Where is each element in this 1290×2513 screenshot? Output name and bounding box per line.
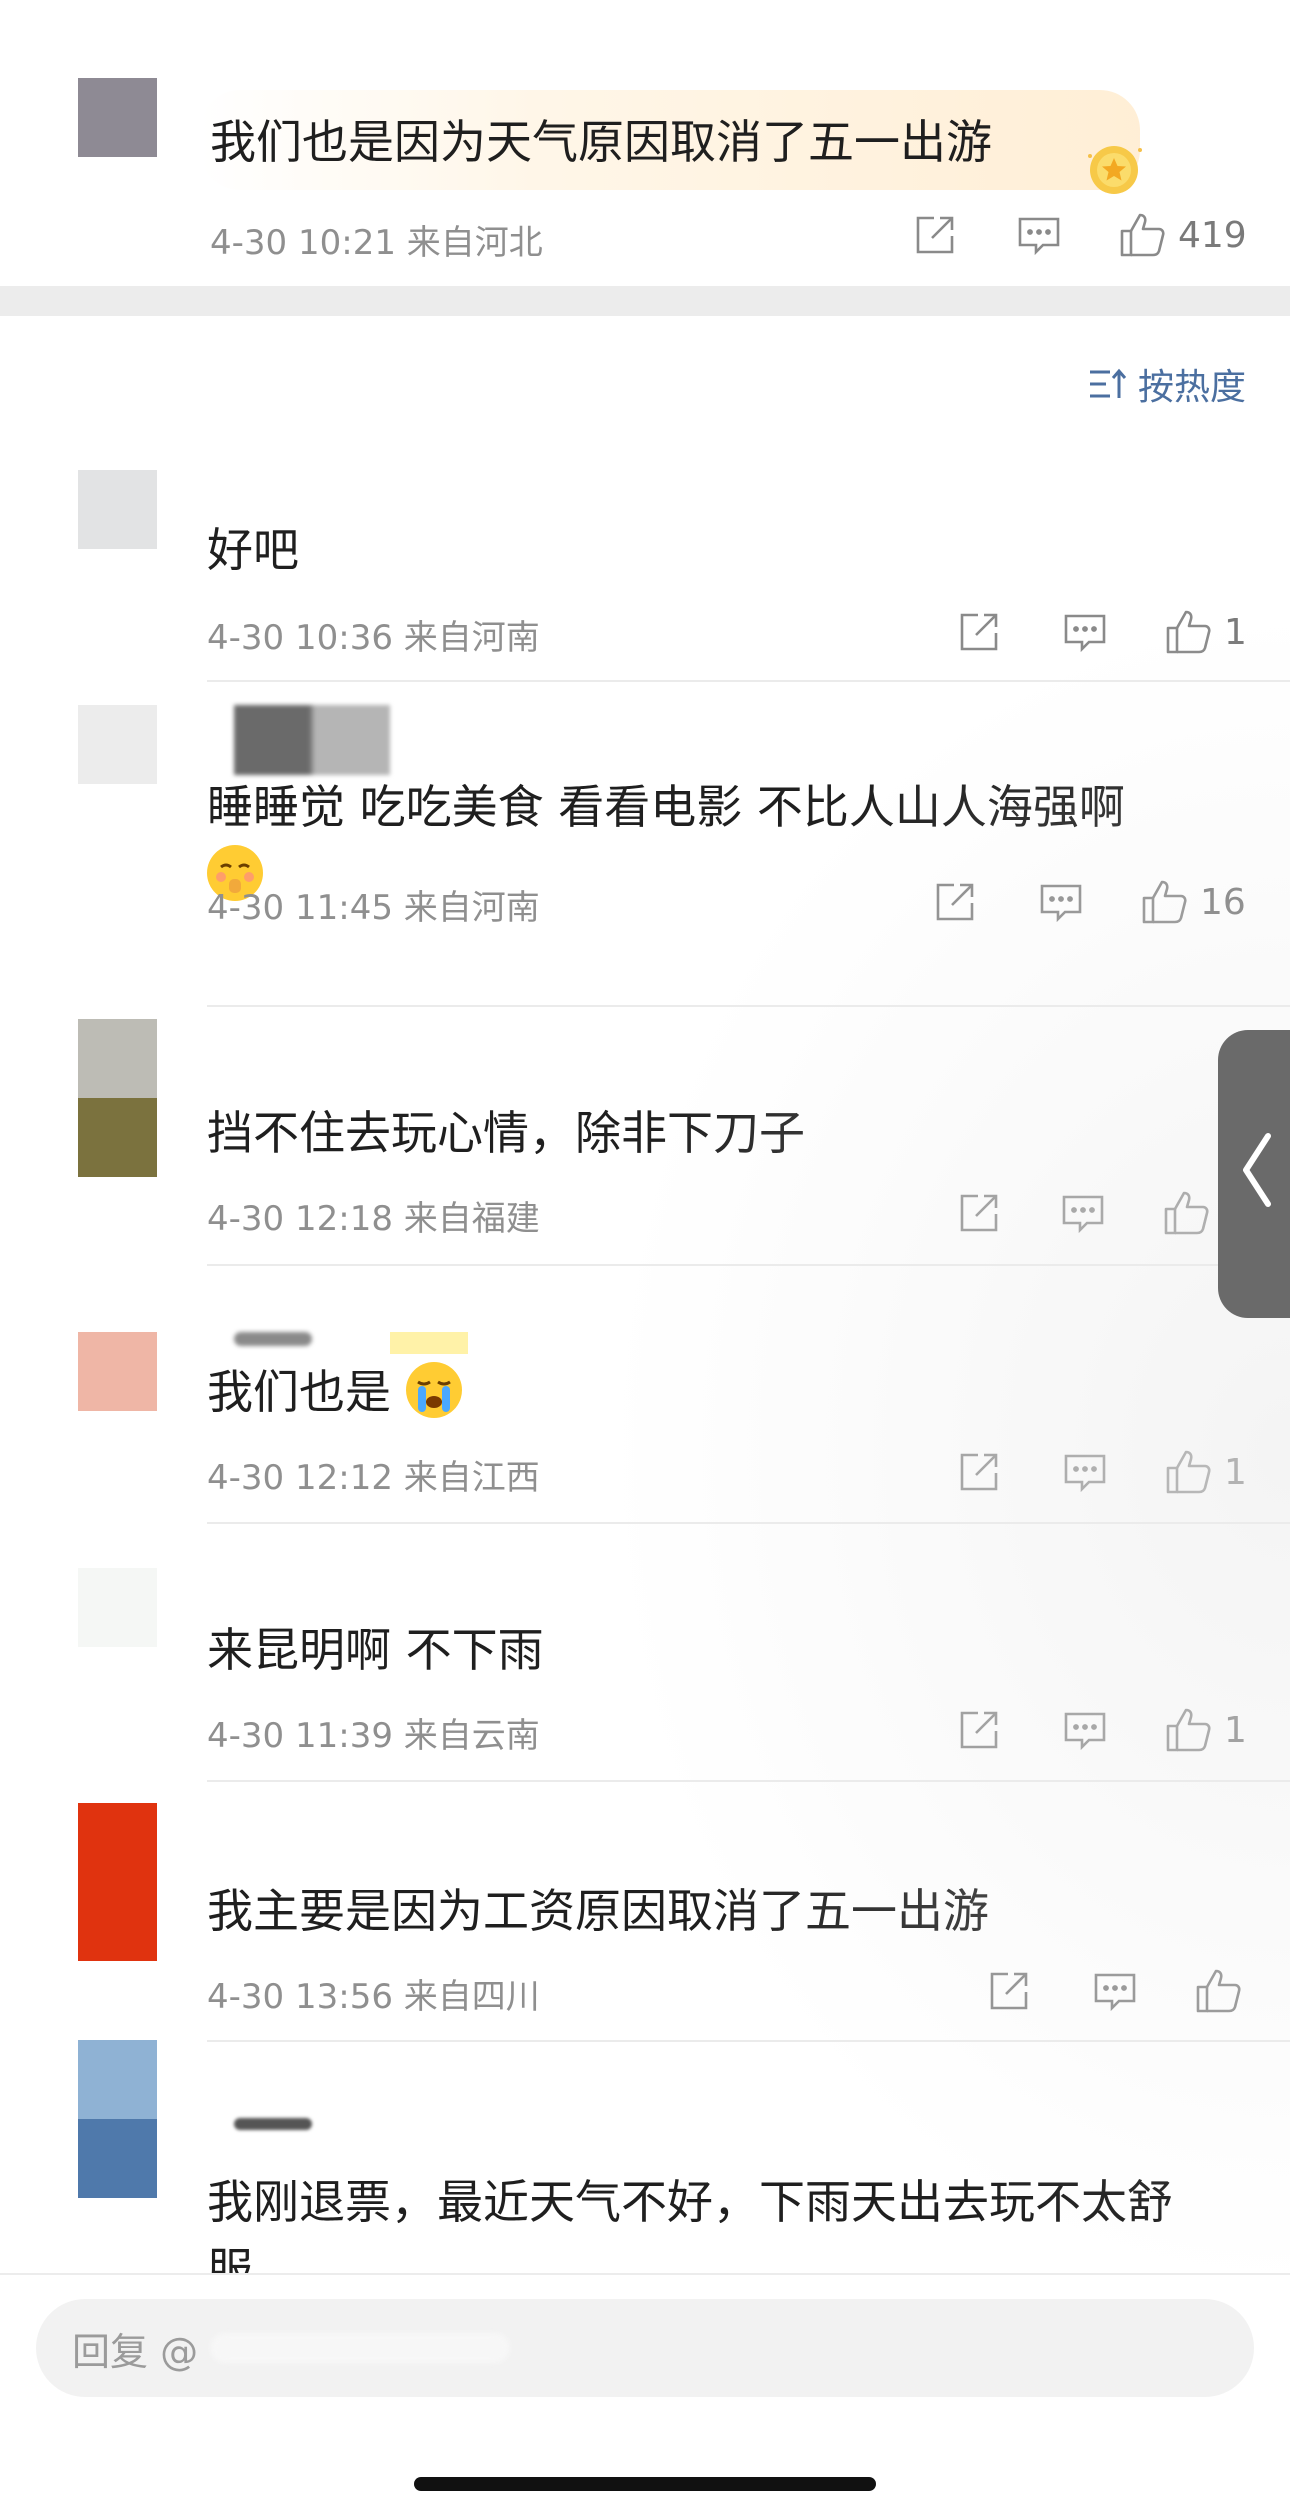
home-indicator[interactable] [414,2477,876,2491]
like-count: 1 [1224,1451,1247,1493]
reply-actions [0,1185,1290,1241]
repost-button[interactable] [956,604,1002,660]
comment-button[interactable] [1060,1185,1106,1241]
avatar[interactable] [78,2040,157,2198]
reply-text: 我们也是 [207,1358,1257,1426]
like-icon [1164,1191,1209,1235]
username-redacted [234,1332,312,1346]
comment-button[interactable] [1038,874,1084,930]
reply-text: 挡不住去玩心情，除非下刀子 [207,1106,805,1160]
root-comment: 我们也是因为天气原因取消了五一出游 4-30 10:21 来自河北 419 [0,0,1290,286]
reply-text-content: 睡睡觉 吃吃美食 看看电影 不比人山人海强啊 [207,780,1125,834]
vip-badge-redacted [390,1332,468,1354]
avatar[interactable] [78,470,157,549]
like-button[interactable]: 1 [1164,1444,1247,1500]
comment-icon [1064,1454,1106,1493]
crying-face-emoji [405,1362,462,1418]
repost-icon [936,883,974,921]
like-button[interactable]: 1 [1164,604,1247,660]
repost-button[interactable] [986,1963,1032,2019]
mention-redacted [210,2333,511,2363]
reply-actions: 1 [0,1444,1290,1500]
back-chevron-icon [1243,1133,1271,1207]
repost-icon [960,613,998,651]
like-icon [1196,1969,1241,2013]
reply-text-content: 我们也是 [207,1365,391,1419]
like-count: 16 [1200,881,1246,923]
username-redacted [234,2118,312,2130]
reply-divider [207,1264,1290,1266]
reply-actions [0,1963,1290,2019]
repost-button[interactable] [956,1702,1002,1758]
like-button[interactable]: 419 [1118,207,1247,263]
reply-divider [207,1522,1290,1524]
comment-button[interactable] [1062,1444,1108,1500]
comment-icon [1094,1973,1136,2012]
comment-button[interactable] [1016,207,1062,263]
reply-bar: 回复 @ [0,2273,1290,2513]
like-icon [1120,213,1165,257]
avatar[interactable] [78,1568,157,1647]
avatar[interactable] [78,1803,157,1961]
comment-text: 我们也是因为天气原因取消了五一出游 [210,115,992,169]
reply-actions: 1 [0,1702,1290,1758]
like-count: 419 [1178,214,1247,256]
repost-button[interactable] [956,1185,1002,1241]
like-icon [1142,880,1187,924]
like-icon [1166,1708,1211,1752]
gold-badge-icon [1088,146,1142,194]
like-button[interactable] [1162,1185,1222,1241]
sort-label: 按热度 [1137,367,1246,408]
comment-icon [1062,1195,1104,1234]
like-count: 1 [1224,611,1247,653]
repost-icon [960,1194,998,1232]
comment-button[interactable] [1062,1702,1108,1758]
repost-button[interactable] [956,1444,1002,1500]
reply-divider [207,680,1290,682]
reply-text: 来昆明啊 不下雨 [207,1623,544,1677]
comment-button[interactable] [1062,604,1108,660]
username-redacted [234,705,390,775]
like-button[interactable] [1194,1963,1254,2019]
comment-icon [1040,884,1082,923]
repost-icon [960,1711,998,1749]
reply-actions: 16 [0,874,1290,930]
sort-toggle[interactable]: 按热度 [1088,358,1246,410]
avatar[interactable] [78,78,157,157]
repost-icon [916,216,954,254]
repost-icon [960,1453,998,1491]
reply-divider [207,2040,1290,2042]
repost-button[interactable] [912,207,958,263]
comment-button[interactable] [1092,1963,1138,2019]
reply-divider [207,1005,1290,1007]
comment-icon [1018,217,1060,256]
comment-actions: 419 [0,207,1290,263]
like-button[interactable]: 16 [1140,874,1246,930]
avatar[interactable] [78,705,157,784]
reply-input[interactable]: 回复 @ [36,2299,1254,2397]
section-separator [0,286,1290,316]
like-count: 1 [1224,1709,1247,1751]
reply-placeholder: 回复 @ [72,2329,199,2374]
reply-divider [207,1780,1290,1782]
repost-button[interactable] [932,874,978,930]
like-icon [1166,1450,1211,1494]
like-icon [1166,610,1211,654]
reply-text: 好吧 [207,523,299,577]
avatar[interactable] [78,1332,157,1411]
like-button[interactable]: 1 [1164,1702,1247,1758]
side-panel-handle[interactable] [1218,1030,1290,1318]
reply-actions: 1 [0,604,1290,660]
reply-text: 我主要是因为工资原因取消了五一出游 [207,1884,989,1938]
comment-icon [1064,614,1106,653]
sort-icon [1089,368,1127,398]
repost-icon [990,1972,1028,2010]
comment-icon [1064,1712,1106,1751]
avatar[interactable] [78,1019,157,1177]
